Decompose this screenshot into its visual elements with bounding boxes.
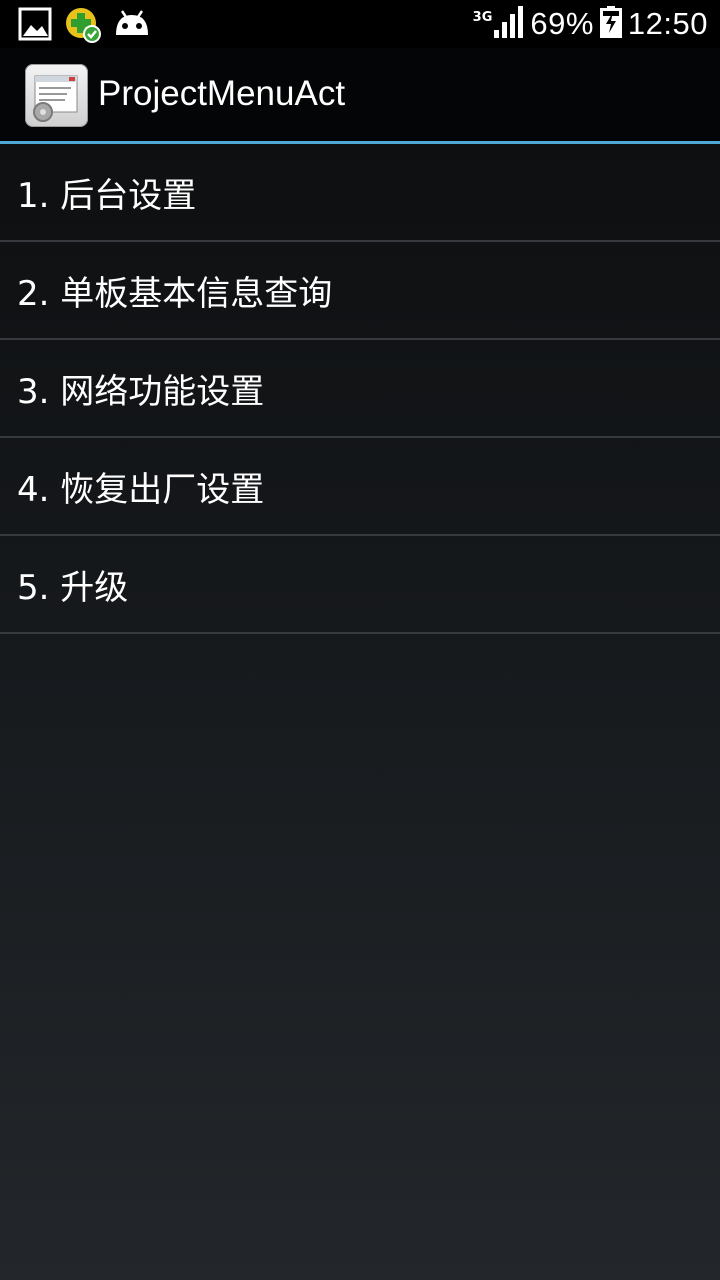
- menu-item-label: 4. 恢复出厂设置: [17, 469, 265, 510]
- menu-item-board-info-query[interactable]: 2. 单板基本信息查询: [0, 242, 720, 340]
- menu-list: 1. 后台设置 2. 单板基本信息查询 3. 网络功能设置 4. 恢复出厂设置 …: [0, 144, 720, 634]
- menu-item-label: 3. 网络功能设置: [17, 371, 265, 412]
- menu-item-backend-settings[interactable]: 1. 后台设置: [0, 144, 720, 242]
- menu-item-factory-reset[interactable]: 4. 恢复出厂设置: [0, 438, 720, 536]
- image-notification-icon: [18, 7, 52, 45]
- signal-icon: [494, 6, 524, 42]
- app-icon[interactable]: [25, 64, 88, 127]
- status-bar: 3G 69% 12:50: [0, 0, 720, 48]
- page-title: ProjectMenuAct: [98, 74, 346, 113]
- android-notification-icon: [114, 9, 150, 43]
- action-bar: ProjectMenuAct: [0, 48, 720, 144]
- menu-item-network-settings[interactable]: 3. 网络功能设置: [0, 340, 720, 438]
- status-right: 3G 69% 12:50: [473, 0, 708, 48]
- menu-item-label: 1. 后台设置: [17, 175, 197, 216]
- menu-item-label: 5. 升级: [17, 567, 129, 608]
- menu-item-label: 2. 单板基本信息查询: [17, 273, 333, 314]
- network-type: 3G: [472, 9, 493, 25]
- app-update-notification-icon: [64, 6, 102, 48]
- clock: 12:50: [627, 6, 708, 41]
- battery-percent: 69%: [530, 6, 594, 41]
- menu-item-upgrade[interactable]: 5. 升级: [0, 536, 720, 634]
- battery-charging-icon: [599, 6, 622, 42]
